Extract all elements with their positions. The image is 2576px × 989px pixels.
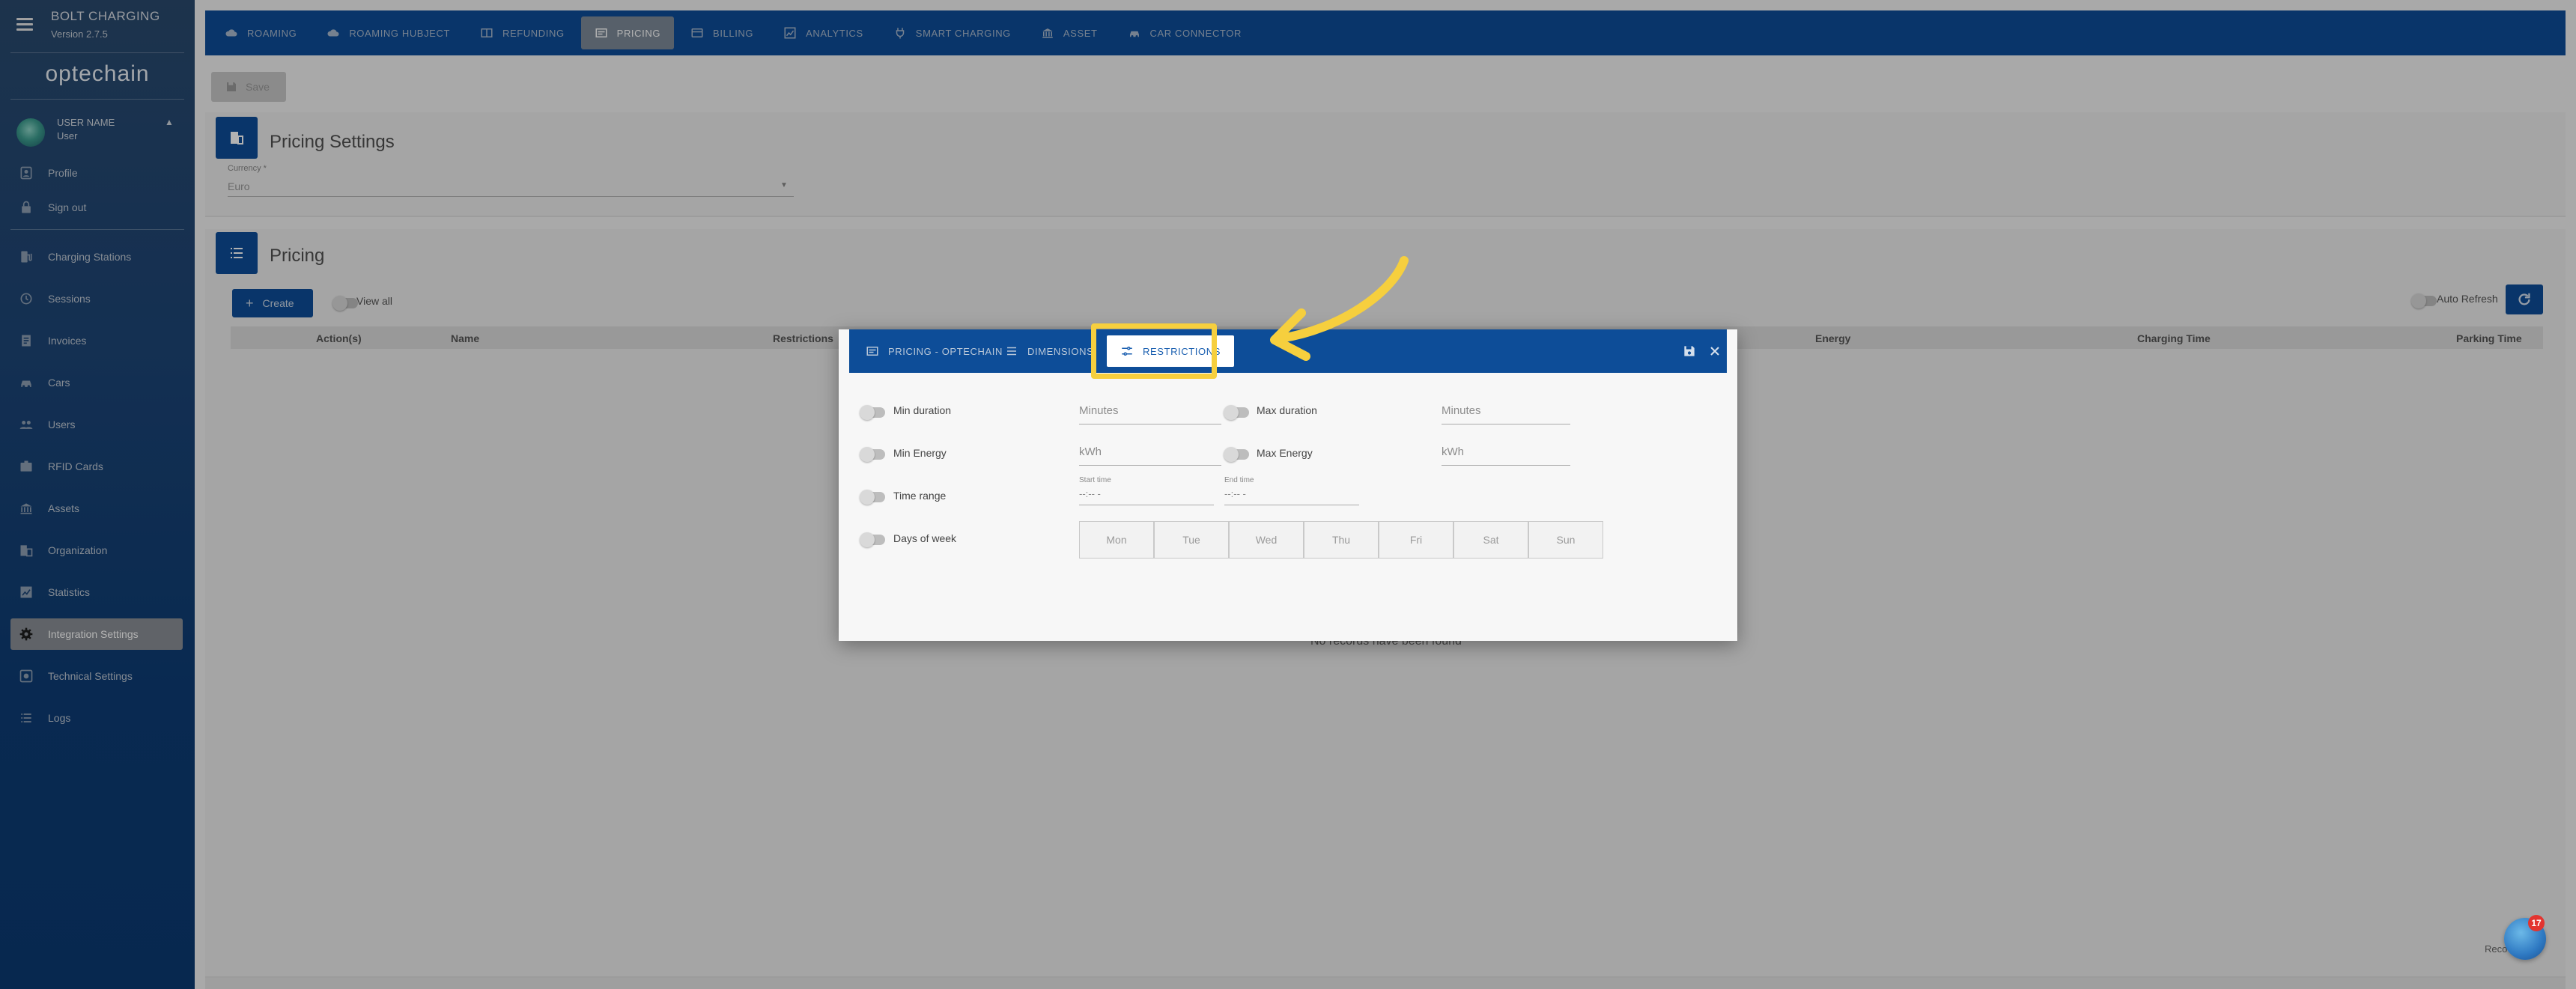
- start-time-input[interactable]: --:-- -: [1079, 488, 1101, 499]
- modal-tab-label: DIMENSIONS: [1027, 345, 1094, 357]
- time-range-toggle[interactable]: [860, 490, 885, 505]
- min-energy-toggle[interactable]: [860, 447, 885, 462]
- max-energy-label: Max Energy: [1257, 447, 1313, 459]
- save-icon[interactable]: [1682, 344, 1697, 359]
- max-energy-toggle[interactable]: [1224, 447, 1249, 462]
- max-energy-underline: [1442, 465, 1570, 466]
- max-duration-label: Max duration: [1257, 404, 1317, 416]
- max-duration-input[interactable]: Minutes: [1442, 404, 1481, 417]
- min-energy-underline: [1079, 465, 1221, 466]
- pricing-modal: PRICING - OPTECHAIN DIMENSIONS RESTRICTI…: [839, 329, 1737, 641]
- min-energy-label: Min Energy: [893, 447, 947, 459]
- days-of-week-toggle[interactable]: [860, 532, 885, 547]
- min-duration-input[interactable]: Minutes: [1079, 404, 1119, 417]
- start-time-label: Start time: [1079, 476, 1111, 484]
- time-range-label: Time range: [893, 490, 947, 502]
- end-time-label: End time: [1224, 476, 1254, 484]
- modal-tab-dimensions[interactable]: DIMENSIONS: [1005, 329, 1093, 373]
- max-energy-input[interactable]: kWh: [1442, 445, 1464, 458]
- close-icon[interactable]: [1707, 344, 1722, 359]
- card-icon: [866, 347, 878, 356]
- notification-badge: 17: [2528, 915, 2545, 931]
- day-button-sun[interactable]: Sun: [1528, 521, 1603, 559]
- min-duration-label: Min duration: [893, 404, 952, 416]
- pointer-arrow-icon: [1270, 256, 1409, 361]
- max-duration-toggle[interactable]: [1224, 405, 1249, 420]
- modal-tab-label: PRICING - OPTECHAIN: [888, 345, 1003, 357]
- day-button-wed[interactable]: Wed: [1229, 521, 1304, 559]
- days-of-week-label: Days of week: [893, 532, 957, 544]
- day-button-tue[interactable]: Tue: [1154, 521, 1229, 559]
- day-button-thu[interactable]: Thu: [1304, 521, 1379, 559]
- day-button-mon[interactable]: Mon: [1079, 521, 1154, 559]
- min-energy-input[interactable]: kWh: [1079, 445, 1102, 458]
- restrictions-tab-highlight: [1091, 323, 1217, 379]
- modal-tab-pricing[interactable]: PRICING - OPTECHAIN: [866, 329, 1003, 373]
- list-icon: [1007, 347, 1016, 356]
- day-button-fri[interactable]: Fri: [1379, 521, 1453, 559]
- end-time-input[interactable]: --:-- -: [1224, 488, 1246, 499]
- day-button-sat[interactable]: Sat: [1453, 521, 1528, 559]
- min-duration-toggle[interactable]: [860, 405, 885, 420]
